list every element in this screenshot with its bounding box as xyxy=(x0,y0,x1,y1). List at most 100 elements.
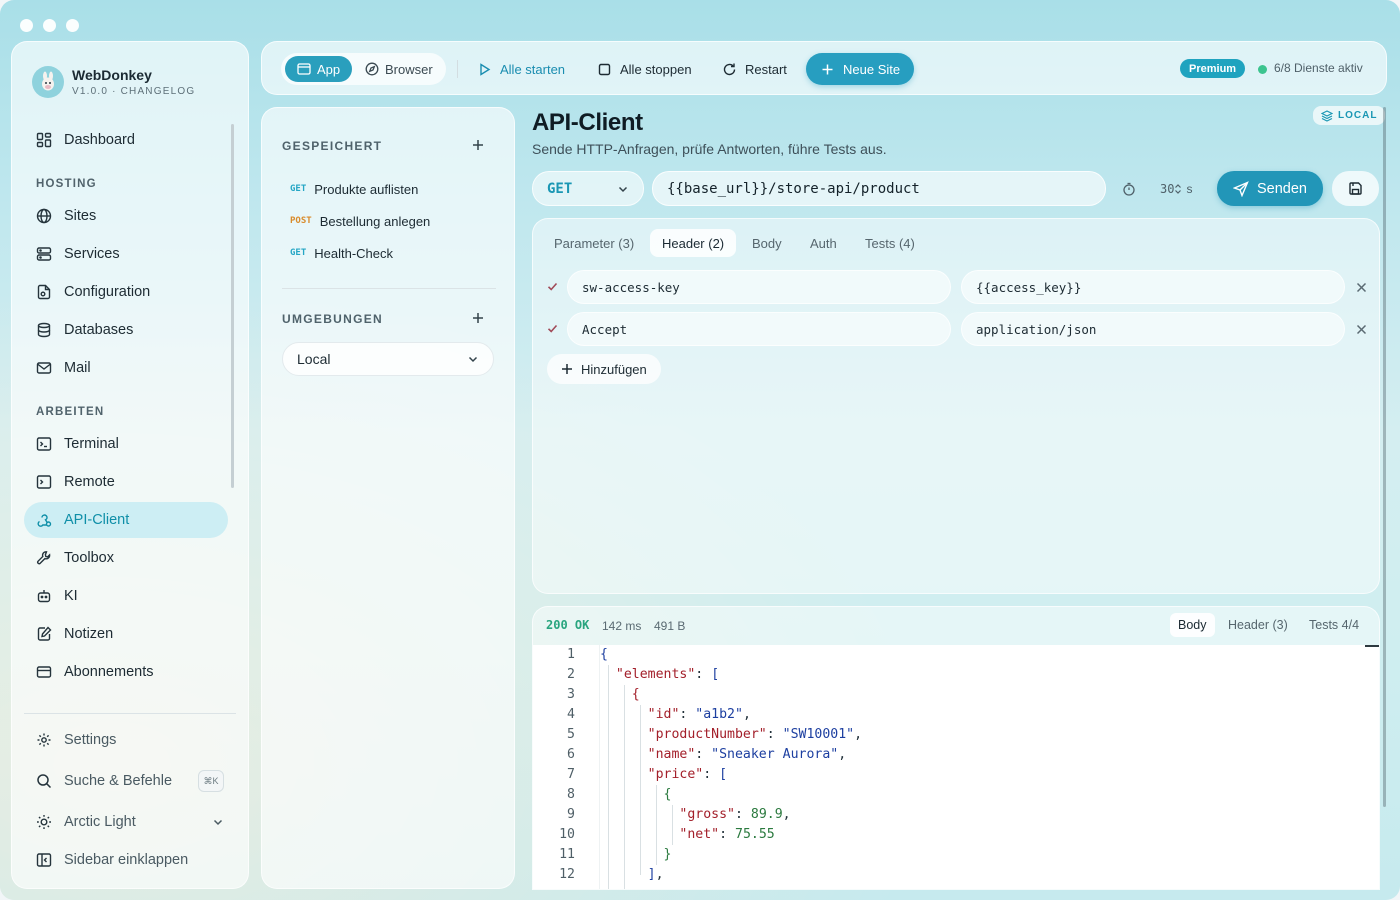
chevron-down-icon xyxy=(213,819,223,826)
line-number: 7 xyxy=(567,767,575,782)
app-view-button[interactable]: App xyxy=(285,56,353,82)
sidebar-scrollbar[interactable] xyxy=(231,124,234,488)
line-number: 2 xyxy=(567,667,575,682)
header-enabled-checkbox[interactable] xyxy=(545,279,559,293)
header-value-input[interactable] xyxy=(961,312,1345,346)
code-line: 1{ xyxy=(533,645,1379,665)
send-button[interactable]: Senden xyxy=(1217,171,1323,206)
plus-icon xyxy=(562,364,572,374)
response-tab-body[interactable]: Body xyxy=(1170,613,1215,637)
tab-header[interactable]: Header (2) xyxy=(650,229,737,257)
sidebar-item-configuration[interactable]: Configuration xyxy=(24,274,228,310)
sidebar-item-dashboard[interactable]: Dashboard xyxy=(24,122,228,158)
tab-auth[interactable]: Auth xyxy=(798,229,849,257)
remote-terminal-icon xyxy=(36,475,52,489)
code-line: 6 "name": "Sneaker Aurora", xyxy=(533,745,1379,765)
plus-icon xyxy=(822,64,833,74)
environment-badge: LOCAL xyxy=(1313,106,1386,125)
panel-left-icon xyxy=(36,853,52,867)
saved-request-item[interactable]: GET Health-Check xyxy=(282,239,496,267)
browser-view-button[interactable]: Browser xyxy=(353,56,445,82)
sidebar-item-api-client[interactable]: API-Client xyxy=(24,502,228,538)
stepper-icon[interactable] xyxy=(1174,183,1182,195)
environment-badge-label: LOCAL xyxy=(1338,110,1378,121)
url-input[interactable] xyxy=(652,171,1106,206)
file-cog-icon xyxy=(37,284,51,300)
start-all-label: Alle starten xyxy=(500,61,566,77)
start-all-button[interactable]: Alle starten xyxy=(467,53,575,85)
add-header-button[interactable]: Hinzufügen xyxy=(547,354,661,384)
window-zoom-button[interactable] xyxy=(66,19,79,32)
restart-label: Restart xyxy=(745,61,787,77)
line-number: 6 xyxy=(567,747,575,762)
browser-view-label: Browser xyxy=(385,61,433,77)
window-close-button[interactable] xyxy=(20,19,33,32)
header-enabled-checkbox[interactable] xyxy=(545,321,559,335)
main-scrollbar[interactable] xyxy=(1383,107,1386,807)
line-number: 4 xyxy=(567,707,575,722)
header-value-input[interactable] xyxy=(961,270,1345,304)
theme-selector[interactable]: Arctic Light xyxy=(24,804,228,840)
sidebar-item-mail[interactable]: Mail xyxy=(24,350,228,386)
plus-icon xyxy=(473,140,483,150)
header-key-input[interactable] xyxy=(567,312,951,346)
code-line: 5 "productNumber": "SW10001", xyxy=(533,725,1379,745)
saved-request-item[interactable]: GET Produkte auflisten xyxy=(282,175,496,203)
restart-button[interactable]: Restart xyxy=(712,53,797,85)
response-tab-header[interactable]: Header (3) xyxy=(1220,613,1296,637)
send-icon xyxy=(1233,180,1249,197)
sidebar-item-terminal[interactable]: Terminal xyxy=(24,426,228,462)
sidebar-item-label: Suche & Befehle xyxy=(64,773,173,789)
new-site-button[interactable]: Neue Site xyxy=(806,53,915,85)
timeout-field[interactable]: 30 s xyxy=(1112,171,1210,206)
stop-all-button[interactable]: Alle stoppen xyxy=(587,53,702,85)
code-scrollbar[interactable] xyxy=(1365,645,1379,647)
app-window-icon xyxy=(297,63,311,75)
sidebar-item-databases[interactable]: Databases xyxy=(24,312,228,348)
sidebar-item-sites[interactable]: Sites xyxy=(24,198,228,234)
http-method-select[interactable]: GET xyxy=(532,171,644,206)
sidebar-item-toolbox[interactable]: Toolbox xyxy=(24,540,228,576)
check-icon xyxy=(547,282,557,291)
remove-header-button[interactable] xyxy=(1353,279,1369,295)
panel-divider xyxy=(282,288,496,289)
sidebar-item-abonnements[interactable]: Abonnements xyxy=(24,654,228,690)
request-name: Health-Check xyxy=(314,245,394,261)
tab-body[interactable]: Body xyxy=(740,229,794,257)
tab-tests[interactable]: Tests (4) xyxy=(853,229,927,257)
code-line: 3 { xyxy=(533,685,1379,705)
add-environment-button[interactable] xyxy=(468,308,488,328)
sidebar-item-label: Toolbox xyxy=(64,550,114,566)
response-tab-tests[interactable]: Tests 4/4 xyxy=(1301,613,1367,637)
sidebar-item-settings[interactable]: Settings xyxy=(24,722,228,758)
collapse-sidebar-button[interactable]: Sidebar einklappen xyxy=(24,842,228,878)
header-key-input[interactable] xyxy=(567,270,951,304)
tab-parameter[interactable]: Parameter (3) xyxy=(542,229,646,257)
send-label: Senden xyxy=(1257,180,1307,197)
sidebar-item-label: Services xyxy=(64,246,120,262)
sidebar-item-ki[interactable]: KI xyxy=(24,578,228,614)
window-minimize-button[interactable] xyxy=(43,19,56,32)
line-number: 3 xyxy=(567,687,575,702)
database-icon xyxy=(37,322,51,338)
code-line: 8 { xyxy=(533,785,1379,805)
saved-request-item[interactable]: POST Bestellung anlegen xyxy=(282,207,496,235)
toolbar-divider xyxy=(457,60,458,78)
wrench-icon xyxy=(37,551,51,565)
sidebar-item-remote[interactable]: Remote xyxy=(24,464,228,500)
premium-badge[interactable]: Premium xyxy=(1180,59,1246,78)
header-row xyxy=(533,312,1381,346)
remove-header-button[interactable] xyxy=(1353,321,1369,337)
brand[interactable]: WebDonkey V1.0.0 · CHANGELOG xyxy=(32,66,195,98)
line-number: 12 xyxy=(559,867,575,882)
add-request-button[interactable] xyxy=(468,135,488,155)
collapse-label: Sidebar einklappen xyxy=(64,852,189,868)
sidebar-item-notizen[interactable]: Notizen xyxy=(24,616,228,652)
request-name: Produkte auflisten xyxy=(314,181,419,197)
sidebar-item-services[interactable]: Services xyxy=(24,236,228,272)
response-body-viewer[interactable]: 1{ 2 "elements": [ 3 { 4 "id": "a1b2", 5… xyxy=(533,645,1379,889)
environment-select[interactable]: Local xyxy=(282,342,494,376)
globe-icon xyxy=(36,208,52,224)
save-request-button[interactable] xyxy=(1332,171,1379,206)
version-changelog-link[interactable]: V1.0.0 · CHANGELOG xyxy=(72,86,195,97)
